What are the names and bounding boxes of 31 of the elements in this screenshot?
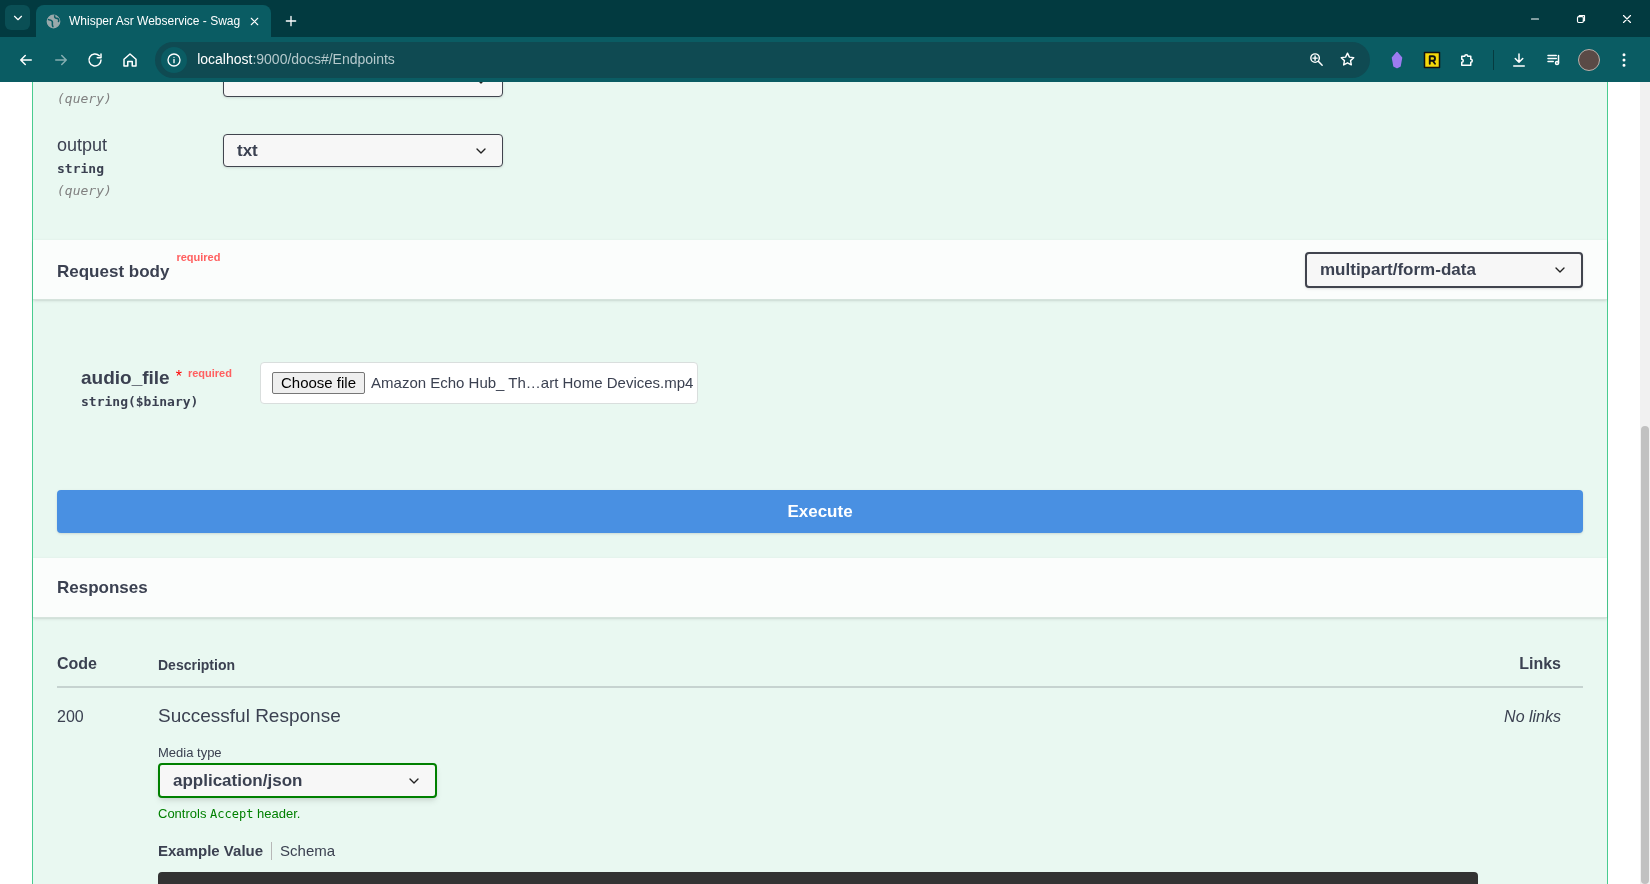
required-label: required bbox=[187, 366, 232, 380]
required-label: required bbox=[176, 249, 221, 265]
example-tab[interactable]: Schema bbox=[280, 839, 336, 862]
address-bar[interactable]: localhost:9000/docs#/Endpoints bbox=[155, 41, 1370, 78]
accept-header-note: Controls Accept header. bbox=[158, 805, 301, 823]
tab-title: Whisper Asr Webservice - Swag bbox=[69, 13, 241, 30]
column-header: Description bbox=[158, 656, 236, 675]
url-text: localhost:9000/docs#/Endpoints bbox=[197, 50, 395, 69]
section-title: Request body bbox=[57, 260, 170, 283]
content-type-select[interactable]: multipart/form-data bbox=[1305, 251, 1583, 288]
example-tab[interactable]: Example Value bbox=[158, 839, 264, 862]
media-type-label: Media type bbox=[158, 743, 222, 762]
table-cell-text: 200 bbox=[57, 707, 85, 727]
parameter-select[interactable]: txt bbox=[223, 134, 503, 167]
file-name: Amazon Echo Hub_ Th…art Home Devices.mp4 bbox=[371, 372, 694, 393]
parameter-location: (query) bbox=[57, 182, 113, 200]
section-title: Responses bbox=[57, 576, 148, 599]
parameter-location: (query) bbox=[57, 90, 113, 108]
media-type-select[interactable]: application/json bbox=[158, 763, 437, 798]
field-type: string($binary) bbox=[81, 393, 200, 411]
column-header: Code bbox=[57, 654, 98, 674]
table-cell-text: No links bbox=[1504, 707, 1562, 727]
file-input[interactable]: Choose file Amazon Echo Hub_ Th…art Home Devices.mp4 bbox=[260, 362, 698, 404]
choose-file-button[interactable]: Choose file bbox=[272, 372, 366, 394]
column-header: Links bbox=[1519, 654, 1562, 674]
field-name: audio_file bbox=[81, 366, 170, 390]
browser-tab[interactable]: Whisper Asr Webservice - Swag bbox=[36, 5, 272, 37]
required-asterisk: * bbox=[175, 367, 182, 387]
response-description: Successful Response bbox=[158, 704, 341, 728]
parameter-name: output bbox=[57, 134, 109, 156]
parameter-type: string bbox=[57, 160, 105, 178]
